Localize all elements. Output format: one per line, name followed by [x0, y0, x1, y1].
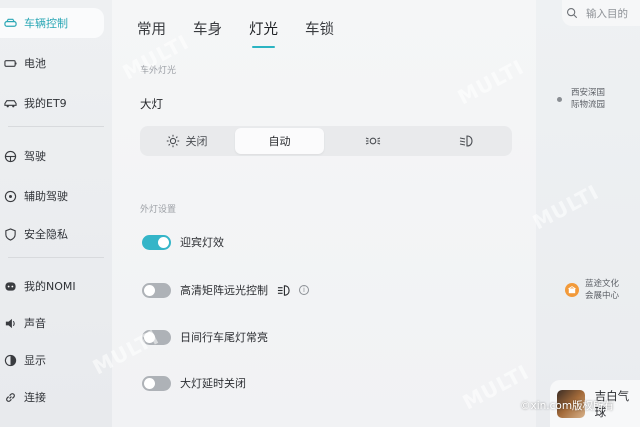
low-beam-option[interactable]: [421, 128, 510, 154]
sidebar-item-label: 安全隐私: [24, 228, 68, 241]
sidebar-item-label: 辅助驾驶: [24, 190, 68, 203]
poi-name: 蓝途文化: [585, 279, 620, 289]
shield-icon: [3, 227, 17, 241]
sidebar-item-driving[interactable]: 驾驶: [0, 141, 104, 171]
toggle-row-matrix-high-beam: 高清矩阵远光控制 i: [142, 282, 309, 298]
search-icon: [566, 7, 578, 19]
low-beam-icon: [458, 134, 474, 148]
watermark-copyright: ©xin.com版权所有: [520, 400, 615, 412]
tab-common[interactable]: 常用: [137, 18, 166, 39]
poi-name: 会展中心: [585, 291, 620, 301]
position-light-option[interactable]: [328, 128, 417, 154]
car-control-icon: [3, 16, 17, 30]
poi-name: 际物流园: [571, 100, 606, 110]
sidebar-item-sound[interactable]: 声音: [0, 308, 104, 338]
high-beam-icon: [276, 284, 291, 297]
option-label: 自动: [268, 135, 291, 148]
toggle-knob: [144, 284, 155, 296]
map-poi-exhibition-center[interactable]: 蓝途文化 会展中心: [585, 278, 619, 302]
map-poi-pin-icon: [565, 283, 579, 297]
position-light-icon: [365, 134, 381, 148]
car-icon: [3, 96, 17, 110]
toggle-label: 大灯延时关闭: [180, 377, 246, 390]
tab-locks[interactable]: 车锁: [305, 18, 334, 39]
toggle-knob: [158, 236, 169, 248]
toggle-row-headlight-delay-off: 大灯延时关闭: [142, 375, 246, 391]
sidebar-item-assisted-driving[interactable]: 辅助驾驶: [0, 181, 104, 211]
headlight-title: 大灯: [140, 97, 163, 111]
sidebar-item-label: 电池: [24, 57, 46, 70]
speaker-icon: [3, 316, 17, 330]
poi-name: 西安深国: [571, 88, 606, 98]
toggle-label: 日间行车尾灯常亮: [180, 331, 268, 344]
toggle-row-welcome-light: 迎宾灯效: [142, 234, 224, 250]
headlight-auto-option[interactable]: 自动: [235, 128, 324, 154]
nomi-icon: [3, 279, 17, 293]
sidebar-divider: [8, 257, 104, 258]
headlight-delay-off-toggle[interactable]: [142, 375, 171, 391]
display-icon: [3, 353, 17, 367]
sun-icon: [166, 134, 180, 148]
sidebar-item-connect[interactable]: 连接: [0, 382, 104, 412]
toggle-label: 迎宾灯效: [180, 236, 224, 249]
matrix-high-beam-toggle[interactable]: [142, 282, 171, 298]
steering-wheel-icon: [3, 149, 17, 163]
sidebar-item-vehicle-control[interactable]: 车辆控制: [0, 8, 104, 38]
option-label: 关闭: [185, 135, 208, 148]
welcome-light-toggle[interactable]: [142, 234, 171, 250]
toggle-label: 高清矩阵远光控制: [180, 284, 268, 297]
link-icon: [3, 390, 17, 404]
tab-body[interactable]: 车身: [193, 18, 222, 39]
sidebar-item-label: 驾驶: [24, 150, 46, 163]
sidebar-item-label: 车辆控制: [24, 17, 68, 30]
sidebar-item-label: 我的NOMI: [24, 280, 76, 293]
sidebar-item-display[interactable]: 显示: [0, 345, 104, 375]
sidebar-item-label: 显示: [24, 354, 46, 367]
sidebar-item-battery[interactable]: 电池: [0, 48, 104, 78]
section-label-exterior-settings: 外灯设置: [140, 205, 177, 215]
tab-lights[interactable]: 灯光: [249, 18, 278, 48]
search-placeholder: 输入目的: [586, 7, 628, 20]
battery-icon: [3, 56, 17, 70]
assisted-driving-icon: [3, 189, 17, 203]
sidebar-item-label: 我的ET9: [24, 97, 67, 110]
sidebar-item-label: 声音: [24, 317, 46, 330]
sidebar-item-my-et9[interactable]: 我的ET9: [0, 88, 104, 118]
headlight-mode-selector: 关闭 自动: [140, 126, 512, 156]
sidebar-item-security-privacy[interactable]: 安全隐私: [0, 219, 104, 249]
sidebar-item-label: 连接: [24, 391, 46, 404]
settings-panel: 常用 车身 灯光 车锁 车外灯光 大灯 关闭 自动 外灯设置 迎宾灯效 高清矩阵…: [112, 0, 536, 427]
toggle-knob: [144, 377, 155, 389]
destination-search[interactable]: 输入目的: [562, 0, 640, 26]
map-poi-dot: [557, 97, 562, 102]
sidebar-divider: [8, 126, 104, 127]
map-poi-logistics-park[interactable]: 西安深国 际物流园: [571, 87, 605, 111]
sidebar-item-my-nomi[interactable]: 我的NOMI: [0, 271, 104, 301]
headlight-off-option[interactable]: 关闭: [142, 128, 231, 154]
info-icon[interactable]: i: [299, 285, 309, 295]
